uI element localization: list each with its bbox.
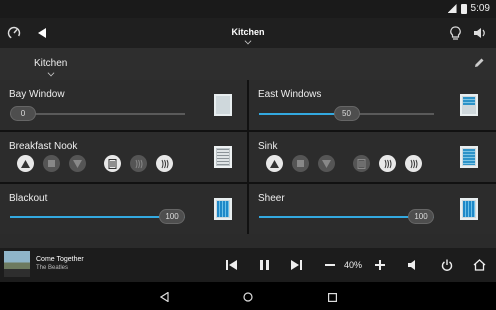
top-bar: Kitchen (0, 18, 496, 48)
volume-icon[interactable] (472, 24, 488, 42)
shade-icon[interactable] (460, 146, 478, 168)
shade-tile-blackout: Blackout 100 (0, 184, 247, 234)
shade-name: Sink (258, 141, 278, 152)
home-icon[interactable] (471, 257, 487, 273)
mute-icon[interactable] (406, 258, 420, 272)
battery-icon (460, 3, 467, 14)
status-bar: 5:09 (0, 0, 496, 18)
preset-1-icon[interactable] (104, 155, 121, 172)
down-icon[interactable] (69, 155, 86, 172)
shade-tile-east-windows: East Windows 50 (249, 80, 496, 130)
up-icon[interactable] (266, 155, 283, 172)
album-art[interactable] (4, 251, 30, 277)
blinds-icon[interactable] (214, 146, 232, 168)
nav-home-icon[interactable] (241, 290, 255, 304)
shade-name: Sheer (258, 193, 285, 204)
chevron-down-icon (47, 69, 55, 77)
slider-thumb[interactable]: 50 (333, 106, 360, 121)
shade-slider[interactable]: 50 (259, 106, 434, 121)
shade-name: Bay Window (9, 89, 65, 100)
pencil-icon[interactable] (472, 56, 486, 70)
room-selector-bar: Kitchen (0, 48, 496, 80)
status-time: 5:09 (470, 3, 490, 14)
signal-icon (447, 4, 457, 13)
next-icon[interactable] (289, 258, 303, 272)
previous-icon[interactable] (224, 258, 238, 272)
sink-controls (266, 155, 431, 172)
lightbulb-icon[interactable] (448, 24, 462, 42)
shade-name: Breakfast Nook (9, 141, 78, 152)
up-icon[interactable] (17, 155, 34, 172)
song-title: Come Together (36, 256, 84, 263)
shade-slider[interactable]: 100 (10, 209, 185, 224)
nav-recents-icon[interactable] (325, 290, 339, 304)
shade-slider[interactable]: 0 (10, 106, 185, 121)
down-icon[interactable] (318, 155, 335, 172)
window-icon[interactable] (214, 94, 232, 116)
breakfast-nook-controls (17, 155, 182, 172)
stop-icon[interactable] (43, 155, 60, 172)
system-nav-bar (0, 282, 496, 310)
volume-down-icon[interactable] (323, 258, 337, 272)
nav-back-icon[interactable] (157, 290, 171, 304)
preset-2-icon[interactable] (130, 155, 147, 172)
volume-level: 40% (344, 260, 363, 270)
shade-tile-sheer: Sheer 100 (249, 184, 496, 234)
now-playing-bar: Come Together The Beatles 40% (0, 248, 496, 282)
shade-name: Blackout (9, 193, 48, 204)
room-selector[interactable]: Kitchen (34, 58, 67, 77)
preset-3-icon[interactable] (156, 155, 173, 172)
page-title[interactable]: Kitchen (0, 27, 496, 45)
shade-name: East Windows (258, 89, 322, 100)
volume-up-icon[interactable] (373, 258, 387, 272)
window-partial-icon[interactable] (460, 94, 478, 116)
chevron-down-icon (244, 37, 252, 45)
sheer-icon[interactable] (460, 198, 478, 220)
preset-1-icon[interactable] (353, 155, 370, 172)
preset-3-icon[interactable] (405, 155, 422, 172)
slider-thumb[interactable]: 0 (10, 106, 36, 121)
stop-icon[interactable] (292, 155, 309, 172)
blackout-icon[interactable] (214, 198, 232, 220)
pause-icon[interactable] (257, 258, 271, 272)
shade-slider[interactable]: 100 (259, 209, 434, 224)
shade-tile-bay-window: Bay Window 0 (0, 80, 247, 130)
song-artist: The Beatles (36, 265, 69, 271)
slider-thumb[interactable]: 100 (408, 209, 434, 224)
preset-2-icon[interactable] (379, 155, 396, 172)
slider-thumb[interactable]: 100 (159, 209, 185, 224)
power-icon[interactable] (439, 257, 455, 273)
